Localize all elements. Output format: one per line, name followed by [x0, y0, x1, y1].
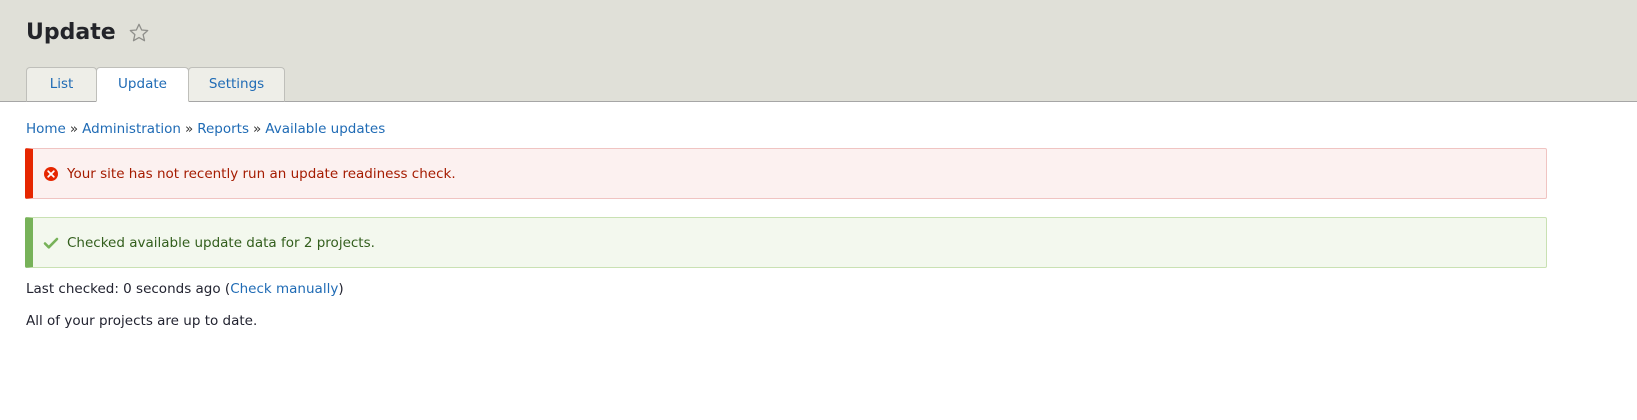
page-header: Update List Update Settings	[0, 0, 1637, 102]
last-checked-suffix: )	[338, 281, 344, 297]
status-message: Checked available update data for 2 proj…	[25, 217, 1547, 268]
status-message-text: Checked available update data for 2 proj…	[67, 234, 375, 251]
breadcrumb-separator: »	[253, 121, 262, 137]
breadcrumb-separator: »	[69, 121, 79, 137]
tab-list[interactable]: List	[26, 67, 97, 102]
error-message: Your site has not recently run an update…	[25, 148, 1547, 199]
last-checked-line: Last checked: 0 seconds ago (Check manua…	[26, 281, 344, 297]
check-manually-link[interactable]: Check manually	[230, 281, 338, 297]
tab-settings[interactable]: Settings	[188, 67, 285, 102]
breadcrumb-administration[interactable]: Administration	[82, 121, 181, 137]
error-message-text: Your site has not recently run an update…	[67, 165, 456, 182]
breadcrumb-home[interactable]: Home	[26, 121, 66, 137]
checkmark-icon	[43, 235, 59, 251]
tab-update[interactable]: Update	[96, 67, 189, 102]
breadcrumb-available-updates[interactable]: Available updates	[265, 121, 385, 137]
page-title: Update	[26, 20, 116, 45]
breadcrumb: Home» Administration» Reports» Available up…	[26, 119, 385, 139]
breadcrumb-reports[interactable]: Reports	[197, 121, 249, 137]
primary-tabs: List Update Settings	[26, 67, 285, 102]
breadcrumb-separator: »	[184, 121, 194, 137]
last-checked-prefix: Last checked: 0 seconds ago (	[26, 281, 231, 297]
up-to-date-text: All of your projects are up to date.	[26, 313, 258, 329]
title-row: Update	[26, 18, 150, 48]
star-icon[interactable]	[128, 22, 150, 44]
error-circle-icon	[43, 166, 59, 182]
